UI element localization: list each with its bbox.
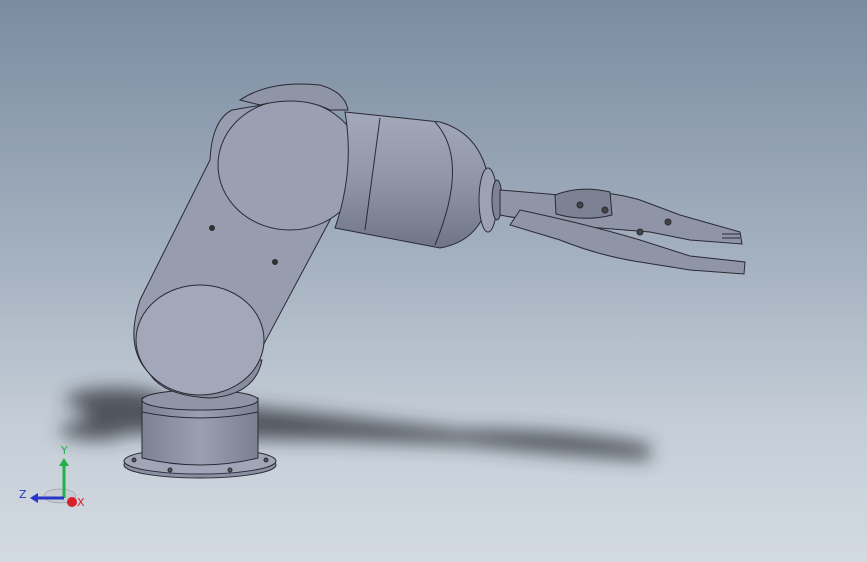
y-axis-arrowhead (59, 458, 69, 466)
lower-arm-link (133, 99, 363, 396)
gripper (499, 188, 746, 275)
x-axis-arrow[interactable] (67, 497, 77, 507)
wrist-flange (478, 167, 503, 233)
z-axis-arrowhead (30, 493, 38, 503)
view-orientation-triad[interactable]: Y Z X (14, 440, 94, 520)
x-axis-label: X (77, 496, 85, 509)
y-axis-label: Y (60, 444, 68, 457)
model-viewport[interactable] (0, 0, 867, 562)
base-cylinder (141, 389, 259, 466)
z-axis-label: Z (19, 488, 27, 501)
forearm-housing (334, 111, 491, 249)
